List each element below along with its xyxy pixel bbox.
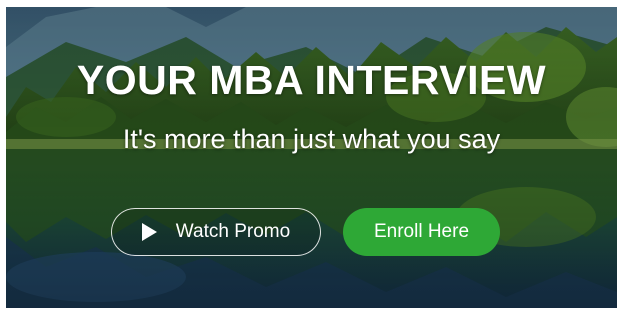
watch-promo-label: Watch Promo <box>175 221 291 242</box>
page-subheadline: It's more than just what you say <box>122 124 501 154</box>
page-headline: YOUR MBA INTERVIEW <box>76 57 547 103</box>
enroll-here-button[interactable]: Enroll Here <box>343 208 500 256</box>
hero-background-image <box>6 7 617 308</box>
watch-promo-button[interactable]: Watch Promo <box>111 208 321 256</box>
enroll-here-label: Enroll Here <box>373 221 470 242</box>
hero-banner: YOUR MBA INTERVIEW It's more than just w… <box>6 7 617 308</box>
play-icon <box>141 223 157 241</box>
